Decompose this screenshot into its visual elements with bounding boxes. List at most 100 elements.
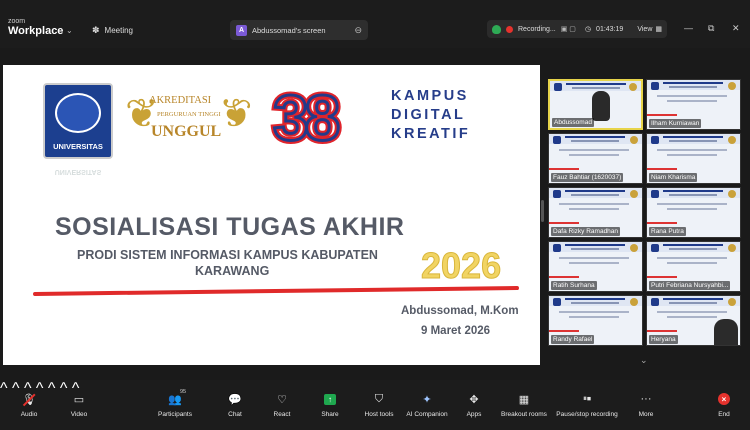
participants-count: 95 bbox=[180, 388, 187, 395]
participant-video bbox=[714, 319, 738, 345]
more-button[interactable]: ··· More bbox=[636, 380, 656, 430]
video-label: Video bbox=[70, 410, 88, 418]
meeting-toolbar: 🎙 Audio ^ ▭ Video ^ 👥 95 Participants ^ 💬… bbox=[0, 380, 750, 430]
shared-slide: UNIVERSITAS UNIVERSITAS ❦ ❦ AKREDITASI P… bbox=[3, 65, 540, 365]
participant-video bbox=[592, 91, 610, 121]
participant-name: Abdussomad bbox=[552, 118, 594, 127]
participant-name: Putri Febriana Nursyahbi... bbox=[649, 281, 731, 290]
meeting-status-pill: Recording... ▣ ▢ ◷ 01:43:19 View ▦ bbox=[487, 20, 667, 38]
meeting-tab[interactable]: ✽ Meeting bbox=[92, 25, 133, 36]
slide-year: 2026 bbox=[420, 245, 502, 287]
chat-button[interactable]: 💬 Chat bbox=[222, 380, 248, 430]
participant-tile[interactable]: Randy Rafael bbox=[548, 295, 643, 346]
video-camera-icon: ▭ bbox=[73, 393, 85, 406]
react-options-chevron-icon[interactable]: ^ bbox=[48, 380, 56, 397]
share-button[interactable]: ↑ Share bbox=[316, 380, 344, 430]
participant-tile[interactable]: Rana Putra bbox=[646, 187, 741, 238]
participant-tile[interactable]: Abdussomad bbox=[548, 79, 643, 130]
apps-button[interactable]: ✥ Apps bbox=[464, 380, 484, 430]
campus-line2: DIGITAL bbox=[391, 107, 466, 123]
participant-name: Fauz Bahtiar (1620037) bbox=[551, 173, 624, 182]
tile-logo-icon bbox=[553, 190, 561, 198]
more-options-icon[interactable]: ⊖ bbox=[354, 25, 362, 36]
tile-logo-icon bbox=[553, 298, 561, 306]
gallery-expand-chevron-icon[interactable]: ⌄ bbox=[640, 355, 648, 366]
video-button[interactable]: ▭ Video bbox=[64, 380, 94, 430]
campus-slogan: KAMPUS DIGITAL KREATIF bbox=[391, 87, 470, 144]
end-label: End bbox=[718, 410, 730, 418]
slide-subtitle-line2: KARAWANG bbox=[195, 264, 270, 278]
slide-date: 9 Maret 2026 bbox=[421, 325, 491, 337]
participant-tile[interactable]: Ratih Surhana bbox=[548, 241, 643, 292]
slide-author: Abdussomad, M.Kom bbox=[401, 305, 519, 317]
university-logo-label: UNIVERSITAS bbox=[53, 142, 103, 151]
chat-label: Chat bbox=[228, 410, 242, 418]
top-bar: zoom Workplace ⌄ ✽ Meeting A Abdussomad'… bbox=[0, 0, 750, 48]
participant-tile[interactable]: Putri Febriana Nursyahbi... bbox=[646, 241, 741, 292]
end-button[interactable]: × End bbox=[716, 380, 732, 430]
react-label: React bbox=[273, 410, 291, 418]
breakout-rooms-button[interactable]: ▦ Breakout rooms bbox=[500, 380, 548, 430]
more-dots-icon: ··· bbox=[640, 393, 652, 405]
tile-logo-icon bbox=[553, 244, 561, 252]
participants-button[interactable]: 👥 95 Participants bbox=[155, 380, 195, 430]
chat-icon: 💬 bbox=[228, 393, 242, 406]
slide-title: SOSIALISASI TUGAS AKHIR bbox=[55, 213, 405, 241]
participants-label: Participants bbox=[158, 410, 192, 418]
participant-tile[interactable]: Fauz Bahtiar (1620037) bbox=[548, 133, 643, 184]
tile-logo-icon bbox=[651, 298, 659, 306]
participant-tile[interactable]: Ilham Kurniawan bbox=[646, 79, 741, 130]
tile-logo-icon bbox=[651, 190, 659, 198]
breakout-rooms-label: Breakout rooms bbox=[501, 410, 547, 418]
record-button[interactable]: ⏸⏹ Pause/stop recording bbox=[556, 380, 618, 430]
university-emblem-icon bbox=[55, 93, 101, 133]
participant-name: Niam Kharisma bbox=[649, 173, 698, 182]
encryption-shield-icon[interactable] bbox=[492, 24, 501, 34]
share-screen-icon: ↑ bbox=[323, 393, 337, 406]
app-menu-chevron-icon[interactable]: ⌄ bbox=[66, 26, 73, 35]
tile-logo-icon bbox=[553, 136, 561, 144]
host-tools-button[interactable]: ⛉ Host tools bbox=[362, 380, 396, 430]
view-grid-icon: ▦ bbox=[655, 26, 662, 33]
resize-handle[interactable] bbox=[541, 200, 544, 222]
heart-icon: ♡ bbox=[277, 393, 287, 406]
university-logo-reflection: UNIVERSITAS bbox=[54, 168, 102, 175]
view-button[interactable]: View ▦ bbox=[637, 25, 662, 34]
share-label: Share bbox=[321, 410, 339, 418]
react-button[interactable]: ♡ React bbox=[268, 380, 296, 430]
breakout-rooms-icon: ▦ bbox=[518, 393, 530, 406]
recording-dot-icon bbox=[506, 25, 513, 33]
presenter-avatar: A bbox=[236, 24, 247, 36]
participant-tile[interactable]: Heryana bbox=[646, 295, 741, 346]
participant-name: Randy Rafael bbox=[551, 335, 595, 344]
accreditation-line3: UNGGUL bbox=[151, 123, 222, 140]
ai-companion-label: AI Companion bbox=[406, 410, 448, 418]
campus-line3: KREATIF bbox=[391, 126, 471, 142]
meeting-icon: ✽ bbox=[92, 25, 100, 35]
ai-sparkle-icon: ✦ bbox=[422, 393, 432, 406]
meeting-label: Meeting bbox=[104, 26, 134, 35]
pause-stop-recording-icon: ⏸⏹ bbox=[583, 394, 591, 403]
shared-screen-tab[interactable]: A Abdussomad's screen ⊖ bbox=[230, 20, 368, 40]
laurel-right-icon: ❦ bbox=[219, 92, 253, 136]
participant-tile[interactable]: Niam Kharisma bbox=[646, 133, 741, 184]
slide-subtitle-line1: PRODI SISTEM INFORMASI KAMPUS KABUPATEN bbox=[77, 248, 378, 262]
recording-controls-icon[interactable]: ▣ ▢ bbox=[561, 25, 576, 33]
minimize-icon[interactable]: — bbox=[684, 23, 693, 33]
timer-icon: ◷ bbox=[584, 26, 592, 33]
participant-name: Ilham Kurniawan bbox=[649, 119, 702, 128]
tile-logo-icon bbox=[554, 83, 562, 91]
campus-line1: KAMPUS bbox=[391, 88, 469, 104]
apps-icon: ✥ bbox=[469, 393, 479, 406]
recording-label[interactable]: Recording... bbox=[518, 26, 556, 33]
ai-companion-button[interactable]: ✦ AI Companion bbox=[404, 380, 450, 430]
apps-label: Apps bbox=[466, 410, 482, 418]
brand-big: Workplace bbox=[8, 25, 64, 37]
shield-icon: ⛉ bbox=[374, 392, 384, 405]
accreditation-line1: AKREDITASI bbox=[149, 95, 212, 106]
audio-options-chevron-icon[interactable]: ^ bbox=[0, 380, 8, 397]
participant-tile[interactable]: Dafa Rizky Ramadhan bbox=[548, 187, 643, 238]
audio-button[interactable]: 🎙 Audio bbox=[14, 380, 44, 430]
close-icon[interactable]: ✕ bbox=[732, 23, 740, 34]
restore-icon[interactable]: ⧉ bbox=[708, 23, 714, 34]
